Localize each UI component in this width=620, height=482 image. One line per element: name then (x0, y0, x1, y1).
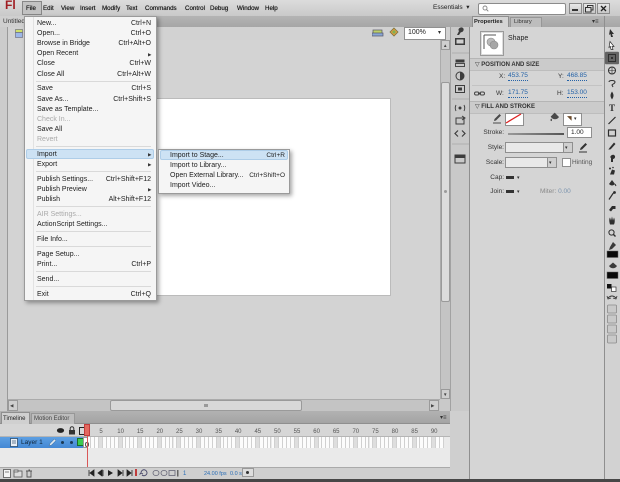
svg-text:T: T (609, 103, 615, 113)
